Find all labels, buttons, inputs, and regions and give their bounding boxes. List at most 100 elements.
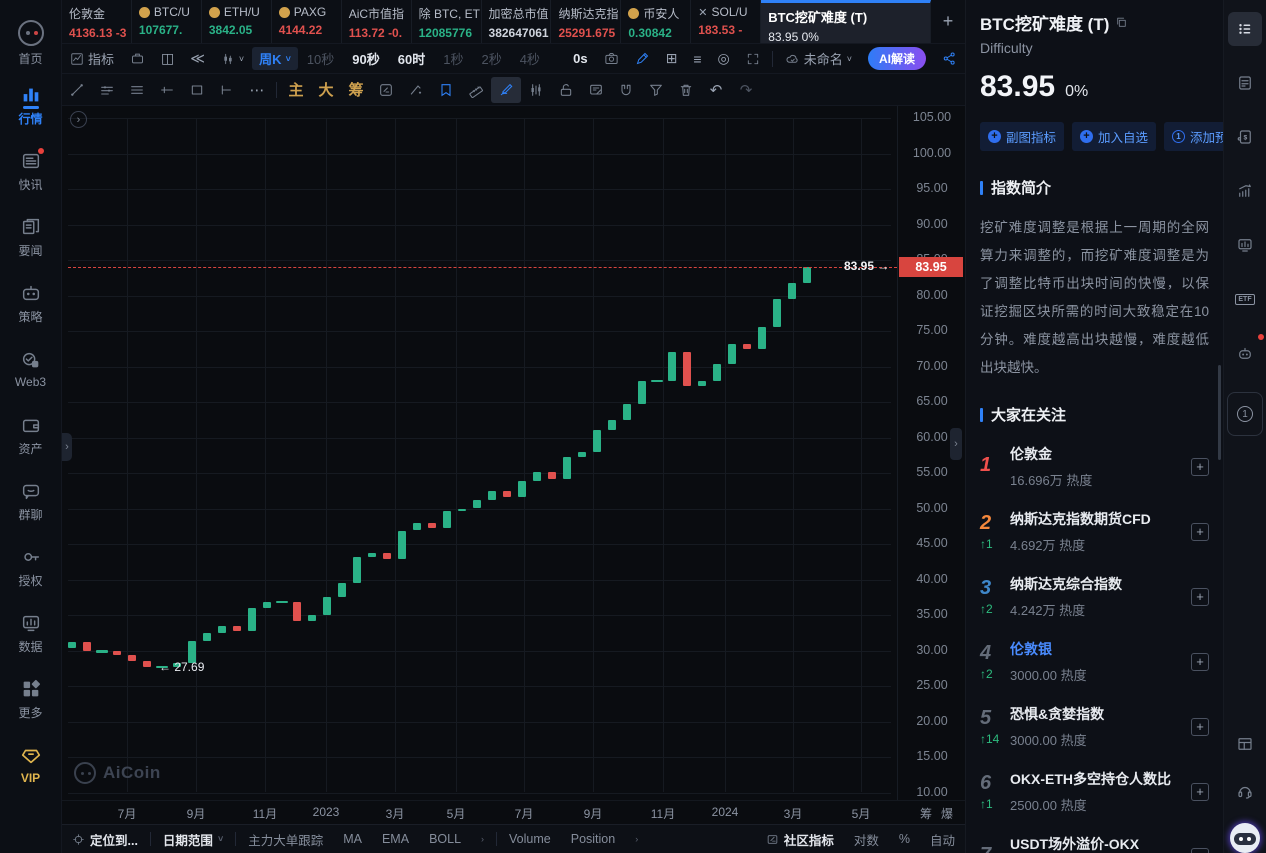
briefcase-icon[interactable] — [122, 51, 153, 66]
big-order-button[interactable]: 大 — [311, 77, 341, 103]
chip-axis-label[interactable]: 筹 — [920, 805, 932, 822]
period-60h[interactable]: 60时 — [389, 49, 434, 68]
ma-indicator-button[interactable]: MA — [333, 832, 372, 846]
add-alert-button[interactable]: 1 添加预警 — [1164, 122, 1223, 151]
ai-robot-icon[interactable] — [1228, 336, 1262, 370]
time-tick-label[interactable]: 9月 — [187, 805, 206, 822]
time-tick-label[interactable]: 11月 — [651, 805, 675, 822]
time-axis[interactable]: 筹 爆 7月9月11月20233月5月7月9月11月20243月5月 — [62, 800, 965, 824]
ruler-icon[interactable] — [461, 77, 491, 103]
ai-explain-button[interactable]: AI解读 — [868, 47, 926, 70]
tab-nasdaq-index[interactable]: 纳斯达克指 25291.675 — [551, 0, 621, 43]
main-chart-button[interactable]: 主 — [281, 77, 311, 103]
draw-pencil-icon[interactable] — [627, 51, 658, 66]
date-range-button[interactable]: 日期范围˅ — [153, 830, 233, 849]
add-instrument-button[interactable]: + — [1191, 848, 1209, 853]
trending-item-6[interactable]: 6↑1 OKX-ETH多空持仓人数比2500.00 热度 + — [980, 768, 1209, 815]
time-tick-label[interactable]: 11月 — [253, 805, 277, 822]
customer-service-headset-icon[interactable] — [1228, 775, 1262, 809]
tab-ex-btc-eth[interactable]: 除 BTC, ET 12085776 — [412, 0, 482, 43]
trending-item-7[interactable]: 7 USDT场外溢价-OKX2000.00 热度 + — [980, 833, 1209, 853]
period-10s[interactable]: 10秒 — [298, 49, 343, 68]
parallel-lines-icon[interactable] — [92, 77, 122, 103]
highlighter-pen-icon[interactable] — [491, 77, 521, 103]
sidebar-item-data[interactable]: 数据 — [0, 600, 62, 666]
detail-list-icon[interactable] — [1228, 12, 1262, 46]
community-indicators-button[interactable]: 社区指标 — [756, 830, 844, 849]
time-tick-label[interactable]: 5月 — [447, 805, 466, 822]
sub-chart-indicator-button[interactable]: + 副图指标 — [980, 122, 1064, 151]
sidebar-item-markets[interactable]: 行情 — [0, 72, 62, 138]
period-90s[interactable]: 90秒 — [343, 49, 388, 68]
period-2s[interactable]: 2秒 — [472, 49, 510, 68]
sidebar-item-home[interactable]: 首页 — [0, 14, 62, 72]
sidebar-item-vip[interactable]: VIP — [0, 732, 62, 798]
quick-switch-icon[interactable]: 1 — [1227, 392, 1263, 436]
time-tick-label[interactable]: 3月 — [784, 805, 803, 822]
tab-btc-mining-difficulty[interactable]: BTC挖矿难度 (T) 83.95 0% — [761, 0, 931, 43]
sidebar-item-group-chat[interactable]: 群聊 — [0, 468, 62, 534]
ema-indicator-button[interactable]: EMA — [372, 832, 419, 846]
market-data-icon[interactable] — [1228, 228, 1262, 262]
log-scale-toggle[interactable]: 对数 — [844, 830, 889, 849]
period-weekly-selector[interactable]: 周K˅ — [252, 47, 298, 70]
add-instrument-button[interactable]: + — [1191, 783, 1209, 801]
more-tools-icon[interactable]: ⋯ — [242, 77, 272, 103]
tab-sol-usdt[interactable]: ✕SOL/U 183.53 - — [691, 0, 761, 43]
boll-indicator-button[interactable]: BOLL — [419, 832, 471, 846]
ai-assistant-mascot[interactable] — [1230, 823, 1260, 853]
horizontal-ray-icon[interactable] — [152, 77, 182, 103]
period-1s[interactable]: 1秒 — [434, 49, 472, 68]
close-icon[interactable]: ✕ — [698, 6, 707, 19]
bookmark-icon[interactable] — [431, 77, 461, 103]
time-tick-label[interactable]: 3月 — [386, 805, 405, 822]
rewind-icon[interactable]: ≪ — [182, 50, 213, 67]
tab-binance[interactable]: 币安人 0.30842 — [621, 0, 691, 43]
trending-item-3[interactable]: 3↑2 纳斯达克综合指数4.242万 热度 + — [980, 573, 1209, 620]
sidebar-item-headlines[interactable]: 要闻 — [0, 204, 62, 270]
fib-lines-icon[interactable] — [122, 77, 152, 103]
time-tick-label[interactable]: 9月 — [584, 805, 603, 822]
time-tick-label[interactable]: 2023 — [313, 805, 340, 819]
add-instrument-button[interactable]: + — [1191, 718, 1209, 736]
more-main-indicators-arrow[interactable]: › — [471, 834, 494, 844]
layout-icon[interactable]: ◫ — [153, 50, 182, 67]
tab-london-gold[interactable]: 伦敦金 4136.13 -3 — [62, 0, 132, 43]
more-sub-indicators-arrow[interactable]: › — [625, 834, 648, 844]
sidebar-item-assets[interactable]: 资产 — [0, 402, 62, 468]
note-edit-icon[interactable] — [581, 77, 611, 103]
brush-icon[interactable] — [401, 77, 431, 103]
sidebar-item-news-flash[interactable]: 快讯 — [0, 138, 62, 204]
tab-aic-marketcap-index[interactable]: AiC市值指 113.72 -0. — [342, 0, 412, 43]
share-icon[interactable] — [934, 51, 965, 66]
redo-icon[interactable]: ↷ — [731, 77, 761, 103]
undo-icon[interactable]: ↶ — [701, 77, 731, 103]
tab-total-crypto-marketcap[interactable]: 加密总市值 382647061 — [482, 0, 552, 43]
layout-save-selector[interactable]: 未命名˅ — [777, 49, 860, 68]
add-pane-icon[interactable]: ⊞ — [658, 50, 686, 67]
target-icon[interactable]: ◎ — [709, 50, 737, 67]
tab-eth-usdt[interactable]: ETH/U 3842.05 — [202, 0, 272, 43]
volume-indicator-button[interactable]: Volume — [499, 832, 561, 846]
news-doc-icon[interactable] — [1228, 66, 1262, 100]
trending-item-2[interactable]: 2↑1 纳斯达克指数期货CFD4.692万 热度 + — [980, 508, 1209, 555]
auto-scale-toggle[interactable]: 自动 — [920, 830, 965, 849]
compare-candles-icon[interactable] — [521, 77, 551, 103]
candle-style-selector[interactable]: ˅ — [213, 52, 252, 66]
chip-distribution-button[interactable]: 筹 — [341, 77, 371, 103]
panel-scrollbar[interactable] — [1218, 365, 1221, 460]
tab-btc-usdt[interactable]: BTC/U 107677. — [132, 0, 202, 43]
right-panel-expander[interactable]: › — [950, 428, 962, 460]
trend-line-icon[interactable] — [62, 77, 92, 103]
percent-scale-toggle[interactable]: % — [889, 832, 920, 846]
replay-edit-icon[interactable] — [371, 77, 401, 103]
add-to-watchlist-button[interactable]: + 加入自选 — [1072, 122, 1156, 151]
add-tab-button[interactable]: + — [931, 0, 965, 43]
magnet-icon[interactable] — [611, 77, 641, 103]
collapse-legend-button[interactable]: › — [70, 111, 87, 128]
camera-icon[interactable] — [596, 51, 627, 66]
sidebar-item-more[interactable]: 更多 — [0, 666, 62, 732]
trend-growth-icon[interactable] — [1228, 174, 1262, 208]
object-tree-icon[interactable]: ≡ — [685, 51, 709, 67]
time-tick-label[interactable]: 5月 — [852, 805, 871, 822]
